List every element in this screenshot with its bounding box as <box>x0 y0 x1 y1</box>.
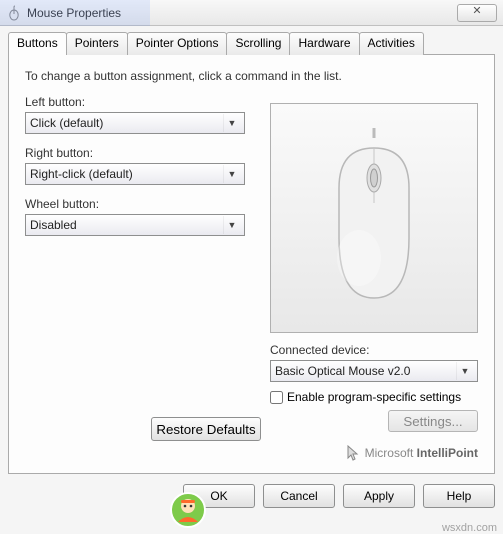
left-button-label: Left button: <box>25 95 245 109</box>
window-title: Mouse Properties <box>27 6 121 20</box>
brand-footer: Microsoft IntelliPoint <box>346 445 478 461</box>
avatar-badge <box>170 492 206 528</box>
connected-device-value: Basic Optical Mouse v2.0 <box>275 364 456 378</box>
right-button-label: Right button: <box>25 146 245 160</box>
left-button-value: Click (default) <box>30 116 223 130</box>
tab-scrolling[interactable]: Scrolling <box>226 32 290 55</box>
settings-button: Settings... <box>388 410 478 432</box>
tab-panel-buttons: To change a button assignment, click a c… <box>8 54 495 474</box>
restore-defaults-button[interactable]: Restore Defaults <box>151 417 261 441</box>
tab-pointers[interactable]: Pointers <box>66 32 128 55</box>
tab-hardware[interactable]: Hardware <box>289 32 359 55</box>
close-button[interactable]: ✕ <box>457 4 497 22</box>
instruction-text: To change a button assignment, click a c… <box>25 69 478 83</box>
enable-program-specific-row[interactable]: Enable program-specific settings <box>270 390 478 404</box>
watermark: wsxdn.com <box>442 522 497 534</box>
wheel-button-label: Wheel button: <box>25 197 245 211</box>
mouse-image <box>314 128 434 308</box>
tab-activities[interactable]: Activities <box>359 32 424 55</box>
apply-button[interactable]: Apply <box>343 484 415 508</box>
left-button-dropdown[interactable]: Click (default) ▼ <box>25 112 245 134</box>
chevron-down-icon: ▼ <box>223 114 240 132</box>
left-column: Left button: Click (default) ▼ Right but… <box>25 95 245 248</box>
wheel-button-value: Disabled <box>30 218 223 232</box>
enable-program-specific-label: Enable program-specific settings <box>287 390 461 404</box>
chevron-down-icon: ▼ <box>223 216 240 234</box>
brand-text: Microsoft IntelliPoint <box>365 446 478 460</box>
right-button-value: Right-click (default) <box>30 167 223 181</box>
wheel-button-dropdown[interactable]: Disabled ▼ <box>25 214 245 236</box>
dialog-button-row: OK Cancel Apply Help <box>0 478 503 516</box>
cancel-button[interactable]: Cancel <box>263 484 335 508</box>
tab-buttons[interactable]: Buttons <box>8 32 67 55</box>
brand-prefix: Microsoft <box>365 446 417 460</box>
chevron-down-icon: ▼ <box>223 165 240 183</box>
brand-strong: IntelliPoint <box>417 446 478 460</box>
connected-device-label: Connected device: <box>270 343 478 357</box>
dialog-body: Buttons Pointers Pointer Options Scrolli… <box>0 26 503 478</box>
help-button[interactable]: Help <box>423 484 495 508</box>
mouse-preview <box>270 103 478 333</box>
titlebar: Mouse Properties ✕ <box>0 0 503 26</box>
tab-strip: Buttons Pointers Pointer Options Scrolli… <box>8 32 495 55</box>
right-column: Connected device: Basic Optical Mouse v2… <box>270 103 478 432</box>
right-button-dropdown[interactable]: Right-click (default) ▼ <box>25 163 245 185</box>
tab-pointer-options[interactable]: Pointer Options <box>127 32 228 55</box>
chevron-down-icon: ▼ <box>456 362 473 380</box>
mouse-icon <box>6 5 22 21</box>
cursor-icon <box>346 445 360 461</box>
enable-program-specific-checkbox[interactable] <box>270 391 283 404</box>
connected-device-dropdown[interactable]: Basic Optical Mouse v2.0 ▼ <box>270 360 478 382</box>
